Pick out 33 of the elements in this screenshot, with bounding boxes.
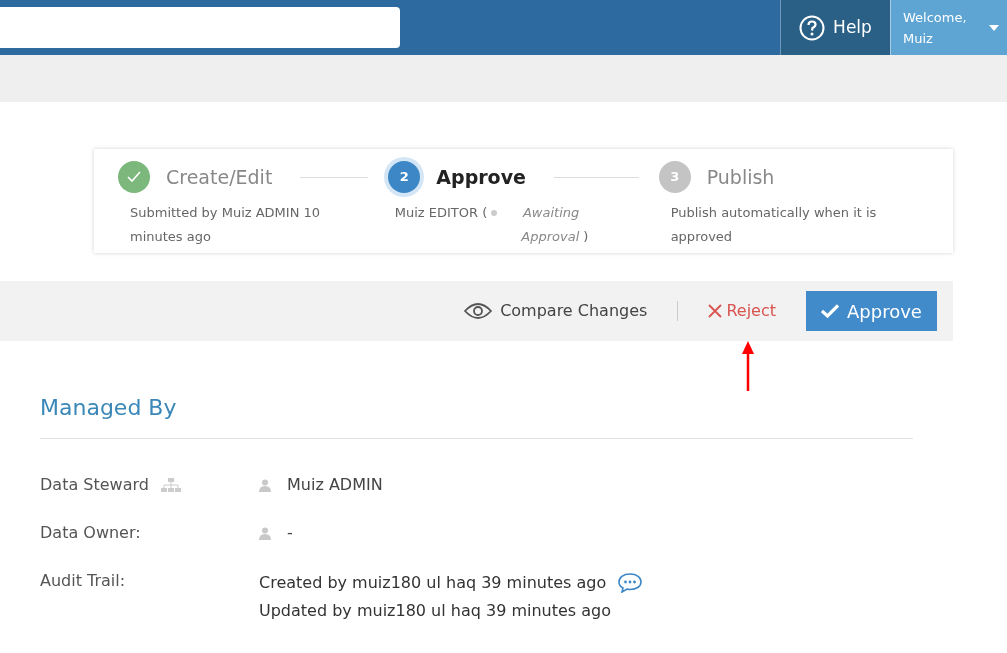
field-label: Audit Trail: [40, 570, 126, 592]
step-title: Create/Edit [166, 164, 273, 190]
field-label: Data Steward [40, 474, 149, 496]
audit-text: Updated by muiz180 ul haq 39 minutes ago [259, 600, 611, 622]
eye-icon [464, 302, 493, 320]
step-detail: Publish automatically when it is approved [670, 204, 878, 246]
person-icon [259, 526, 271, 540]
step-title: Approve [436, 164, 526, 190]
check-icon [821, 304, 840, 318]
step-number: 2 [388, 161, 421, 193]
person-icon [259, 478, 271, 492]
step-detail: Submitted by Muiz ADMIN 10 minutes ago [130, 204, 322, 246]
chat-icon[interactable] [618, 573, 643, 593]
field-value: - [287, 522, 293, 544]
annotation-arrow [742, 341, 755, 391]
help-button[interactable]: Help [780, 0, 890, 55]
step-title: Publish [706, 164, 775, 190]
field-value: Muiz ADMIN [287, 474, 383, 496]
approver-text: Muiz EDITOR ( [394, 204, 488, 222]
caret-icon [989, 24, 999, 31]
user-menu-button[interactable]: Welcome, Muiz [890, 0, 1007, 55]
step-number: 3 [658, 161, 691, 193]
help-icon [799, 14, 826, 41]
field-label: Data Owner: [40, 522, 141, 544]
search-field[interactable] [0, 7, 400, 48]
approve-button[interactable]: Approve [806, 291, 937, 331]
paren-text: ) [583, 228, 589, 246]
compare-changes-button[interactable]: Compare Changes [464, 299, 648, 323]
audit-text: Created by muiz180 ul haq 39 minutes ago [259, 572, 607, 594]
status-text: Awaiting Approval [520, 204, 580, 246]
reject-button[interactable]: Reject [708, 299, 776, 323]
close-icon [708, 304, 723, 318]
section-title: Managed By [40, 391, 913, 439]
